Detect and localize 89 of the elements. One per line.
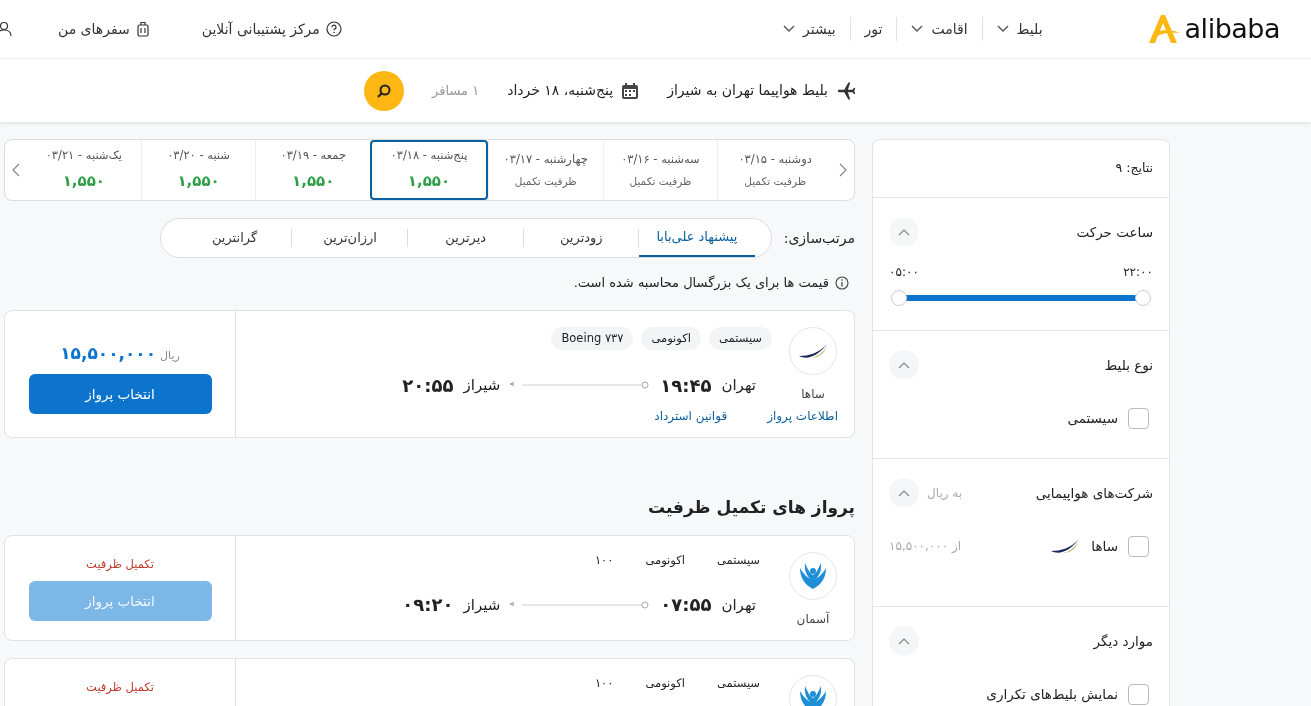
option-label: ساها (1091, 537, 1118, 557)
filter-title: موارد دیگر (1093, 631, 1153, 651)
user-icon (0, 21, 12, 37)
flight-tag: سیستمی (708, 326, 772, 350)
nav-menu-item[interactable]: تور (850, 18, 897, 40)
option-label: سیستمی (1067, 409, 1118, 429)
nav-menu-item[interactable]: بیشتر (769, 18, 850, 40)
flight-tag: اکونومی (633, 675, 697, 693)
passenger-count: ۱ مسافر (432, 81, 480, 100)
sort-option[interactable]: ارزان‌ترین (292, 219, 408, 257)
calendar-icon (621, 81, 640, 100)
sort-option[interactable]: زودترین (523, 219, 640, 257)
filter-title: نوع بلیط (1104, 355, 1153, 375)
chevron-right-icon (839, 163, 847, 177)
select-flight-button[interactable]: انتخاب پرواز (28, 374, 212, 414)
flight-tag: سیستمی (704, 675, 772, 693)
nav-menu-item[interactable]: اقامت (897, 18, 982, 40)
chevron-up-icon (898, 488, 910, 497)
support-link[interactable]: مرکز پشتیبانی آنلاین (195, 17, 348, 41)
sold-out-label: تکمیل ظرفیت (86, 556, 154, 573)
option-label: نمایش بلیط‌های تکراری (986, 685, 1118, 705)
range-max-label: ۲۲:۰۰ (1123, 263, 1153, 281)
range-min-label: ۰۵:۰۰ (889, 263, 919, 281)
option-price: از ۱۵,۵۰۰,۰۰۰ (889, 538, 962, 556)
sort-label: مرتب‌سازی: (783, 228, 855, 249)
info-icon (835, 275, 849, 290)
flight-tag: ۱۰۰ (582, 675, 626, 693)
flight-link[interactable]: اطلاعات پرواز (767, 406, 838, 425)
flight-tag: اکونومی (641, 326, 701, 350)
sold-out-label: تکمیل ظرفیت (86, 679, 154, 696)
slider-thumb[interactable] (891, 289, 907, 306)
chevron-left-icon (11, 163, 20, 177)
checkbox[interactable] (1128, 407, 1149, 429)
date-tab[interactable]: پنج‌شنبه - ۰۳/۱۸ ۱,۵۵۰ (370, 140, 488, 200)
sort-option[interactable]: دیرترین (407, 219, 524, 257)
currency-note: به ریال (927, 484, 963, 502)
airline-name: ساها (801, 385, 825, 403)
search-button[interactable] (364, 70, 405, 111)
destination-city: شیراز (463, 375, 501, 396)
route-summary: بلیط هواپیما تهران به شیراز (667, 81, 828, 101)
date-tab[interactable]: جمعه - ۰۳/۱۹ ۱,۵۵۰ (255, 140, 371, 200)
departure-time: ۰۷:۵۵ (660, 593, 712, 618)
slider-thumb[interactable] (1135, 289, 1151, 306)
chevron-up-icon (898, 360, 910, 369)
time-range-slider[interactable] (891, 288, 1151, 307)
help-icon (325, 21, 342, 37)
origin-city: تهران (721, 594, 756, 616)
flight-tag: اکونومی (633, 552, 697, 570)
collapse-button[interactable] (889, 216, 919, 247)
destination-city: شیراز (463, 594, 501, 616)
checkbox[interactable] (1128, 683, 1149, 705)
airline-name: آسمان (796, 610, 830, 628)
departure-time: ۱۹:۴۵ (660, 373, 712, 398)
flight-tag: سیستمی (704, 552, 772, 570)
date-summary: پنج‌شنبه، ۱۸ خرداد (507, 81, 614, 101)
chevron-down-icon (783, 25, 795, 33)
arrival-time: ۰۹:۲۰ (402, 593, 454, 618)
arrival-time: ۲۰:۵۵ (402, 373, 454, 398)
flight-tag: ۱۰۰ (582, 552, 626, 570)
plane-icon (836, 79, 858, 102)
chevron-down-icon (911, 25, 924, 33)
filter-title: ساعت حرکت (1076, 222, 1153, 242)
date-tab[interactable]: سه‌شنبه - ۰۳/۱۶ ظرفیت تکمیل (602, 140, 718, 200)
results-count: نتایج: ۹ (1115, 160, 1153, 175)
logo-text: alibaba (1184, 11, 1280, 46)
my-trips-link[interactable]: سفرهای من (52, 17, 156, 41)
checkbox[interactable] (1128, 535, 1149, 557)
currency-label: ریال (160, 347, 180, 364)
collapse-button[interactable] (889, 477, 919, 508)
chevron-down-icon (996, 25, 1009, 33)
chevron-up-icon (898, 636, 910, 645)
date-tab[interactable]: شنبه - ۰۳/۲۰ ۱,۵۵۰ (140, 140, 256, 200)
sort-option[interactable]: پیشنهاد علی‌بابا (639, 219, 755, 257)
flight-price: ۱۵,۵۰۰,۰۰۰ (60, 341, 157, 365)
date-tab[interactable]: دوشنبه - ۰۳/۱۵ ظرفیت تکمیل (717, 140, 832, 200)
date-tab[interactable]: چهارشنبه - ۰۳/۱۷ ظرفیت تکمیل (487, 140, 603, 200)
suitcase-icon (135, 21, 150, 37)
collapse-button[interactable] (889, 625, 919, 656)
date-tab[interactable]: یک‌شنبه - ۰۳/۲۱ ۱,۵۵۰ (26, 140, 141, 200)
flight-tag: Boeing ۷۳۷ (551, 326, 634, 350)
flight-link[interactable]: قوانین استرداد (654, 406, 728, 425)
price-note: قیمت ها برای یک بزرگسال محاسبه شده است. (573, 274, 829, 293)
origin-city: تهران (721, 375, 756, 396)
section-title: پرواز های تکمیل ظرفیت (646, 495, 855, 520)
filter-title: شرکت‌های هواپیمایی (1035, 483, 1153, 503)
sort-option[interactable]: گرانترین (176, 219, 293, 257)
chevron-up-icon (898, 227, 910, 236)
collapse-button[interactable] (889, 349, 919, 380)
search-icon (377, 83, 392, 98)
